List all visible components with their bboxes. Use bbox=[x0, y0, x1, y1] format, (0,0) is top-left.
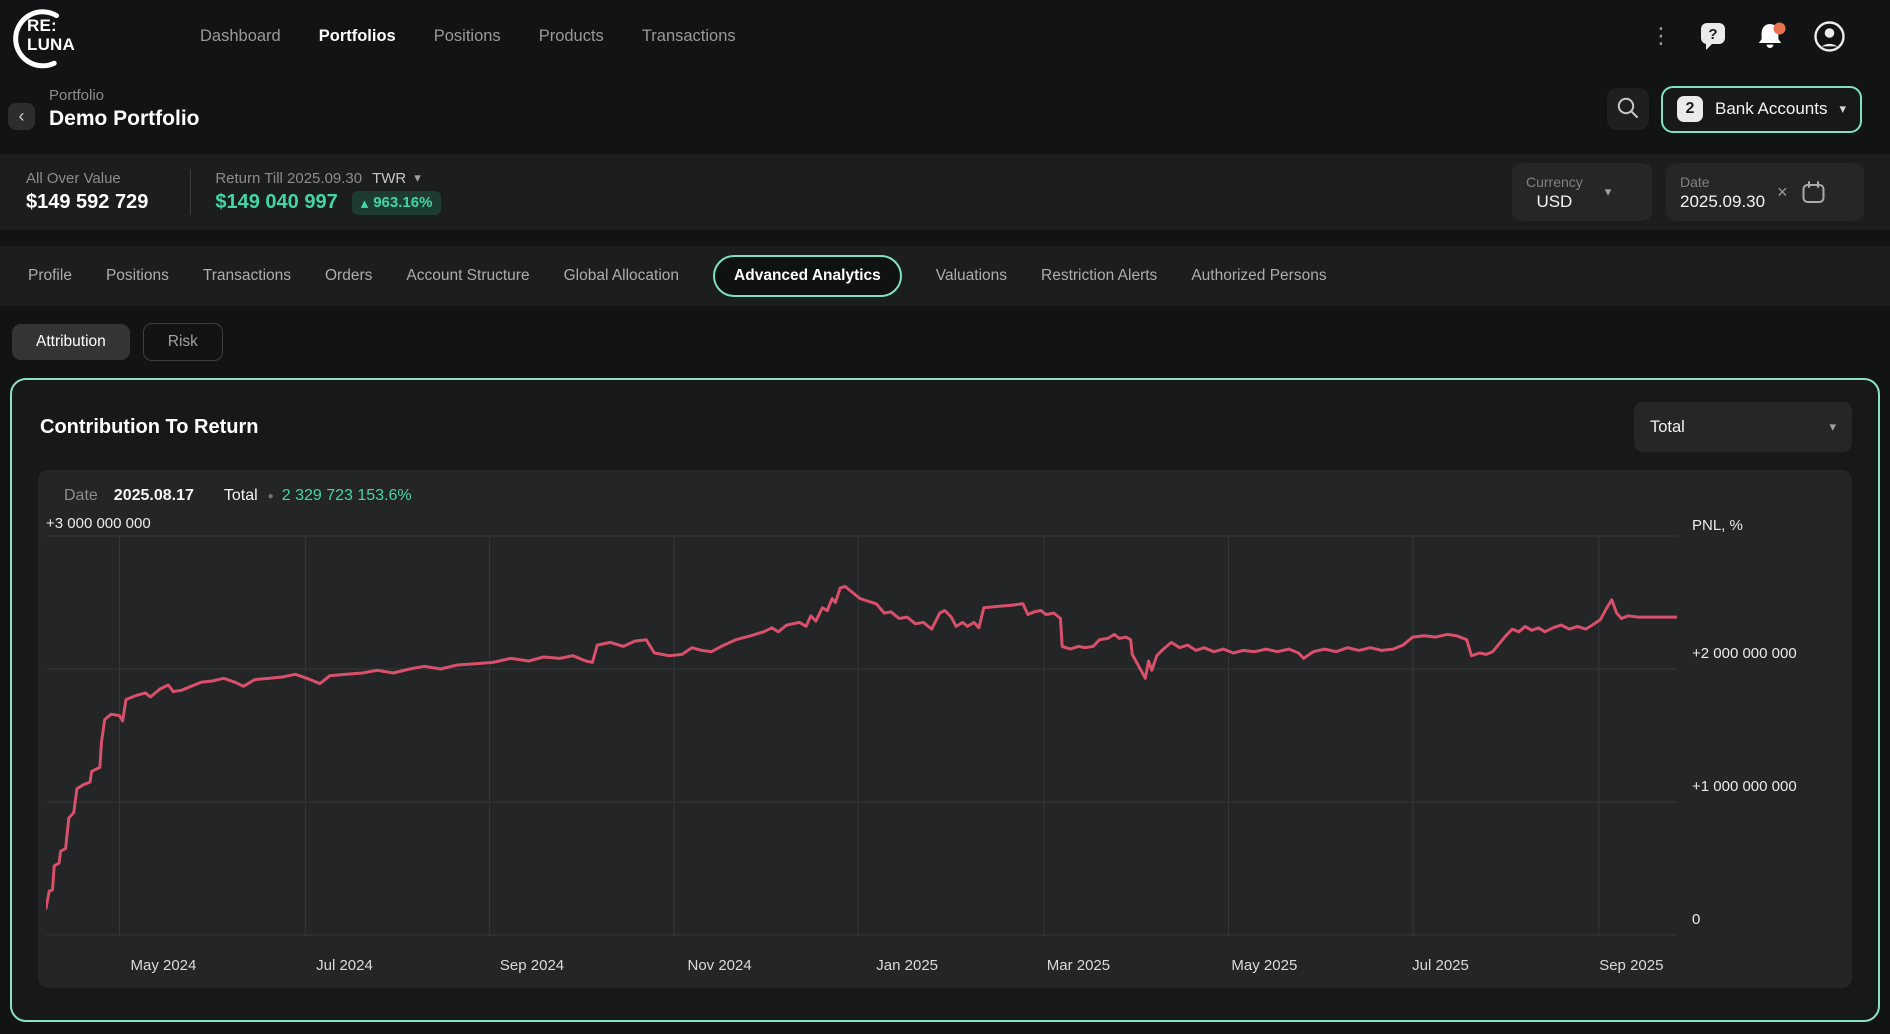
nav-item-products[interactable]: Products bbox=[539, 21, 604, 52]
tab-valuations[interactable]: Valuations bbox=[936, 263, 1007, 289]
user-avatar[interactable] bbox=[1813, 20, 1846, 53]
currency-label: Currency bbox=[1526, 174, 1583, 190]
bank-accounts-count-badge: 2 bbox=[1677, 96, 1703, 122]
date-label: Date bbox=[1680, 174, 1765, 190]
y-axis-name: PNL, % bbox=[1692, 517, 1743, 534]
tab-global-allocation[interactable]: Global Allocation bbox=[564, 263, 679, 289]
x-tick-label: Mar 2025 bbox=[1047, 957, 1110, 974]
chart-body: +3 000 000 000 PNL, % +2 000 000 000 +1 0… bbox=[38, 513, 1852, 948]
tab-restriction-alerts[interactable]: Restriction Alerts bbox=[1041, 263, 1157, 289]
nav-right-actions: ⋮ ? bbox=[1650, 20, 1846, 53]
tab-positions[interactable]: Positions bbox=[106, 263, 169, 289]
all-over-value: $149 592 729 bbox=[26, 191, 148, 214]
arrow-up-icon: ▴ bbox=[361, 194, 369, 212]
y-axis-gutter: PNL, % +2 000 000 000 +1 000 000 000 0 bbox=[1677, 513, 1852, 948]
subtab-risk[interactable]: Risk bbox=[143, 323, 223, 361]
x-tick-label: May 2024 bbox=[130, 957, 196, 974]
divider bbox=[190, 169, 191, 215]
series-filter-select[interactable]: Total ▾ bbox=[1634, 402, 1852, 452]
tab-profile[interactable]: Profile bbox=[28, 263, 72, 289]
currency-value: USD bbox=[1526, 192, 1583, 212]
notification-badge-dot bbox=[1774, 23, 1786, 35]
tab-orders[interactable]: Orders bbox=[325, 263, 372, 289]
page-title: Demo Portfolio bbox=[49, 107, 200, 131]
legend-dot-icon: ● bbox=[268, 491, 274, 502]
all-over-value-label: All Over Value bbox=[26, 170, 148, 187]
all-over-value-block: All Over Value $149 592 729 bbox=[26, 170, 148, 214]
top-nav: RE: LUNA Dashboard Portfolios Positions … bbox=[0, 0, 1890, 72]
chevron-left-icon: ‹ bbox=[19, 106, 25, 126]
currency-select[interactable]: Currency USD ▾ bbox=[1512, 163, 1652, 221]
legend-series-label: Total bbox=[224, 487, 258, 505]
help-icon[interactable]: ? bbox=[1697, 20, 1729, 52]
kebab-menu-icon[interactable]: ⋮ bbox=[1650, 23, 1672, 49]
chevron-down-icon: ▾ bbox=[1839, 101, 1846, 117]
card-title: Contribution To Return bbox=[40, 416, 258, 439]
bank-accounts-dropdown[interactable]: 2 Bank Accounts ▾ bbox=[1661, 86, 1862, 133]
search-button[interactable] bbox=[1607, 88, 1649, 130]
legend-series-value: 2 329 723 153.6% bbox=[282, 487, 412, 505]
clear-date-icon[interactable]: × bbox=[1777, 182, 1788, 203]
brand-logo[interactable]: RE: LUNA bbox=[10, 3, 102, 69]
summary-strip: All Over Value $149 592 729 Return Till … bbox=[0, 154, 1890, 230]
x-tick-label: May 2025 bbox=[1231, 957, 1297, 974]
return-change-value: 963.16% bbox=[373, 194, 432, 211]
return-method-value: TWR bbox=[372, 170, 406, 187]
series-filter-value: Total bbox=[1650, 418, 1685, 437]
y-tick-label-top-left: +3 000 000 000 bbox=[46, 515, 151, 532]
tab-transactions[interactable]: Transactions bbox=[203, 263, 291, 289]
nav-item-positions[interactable]: Positions bbox=[434, 21, 501, 52]
brand-text: RE: LUNA bbox=[27, 16, 75, 54]
x-tick-label: Jul 2025 bbox=[1412, 957, 1469, 974]
x-tick-label: Sep 2025 bbox=[1599, 957, 1663, 974]
tab-authorized-persons[interactable]: Authorized Persons bbox=[1191, 263, 1326, 289]
tab-account-structure[interactable]: Account Structure bbox=[406, 263, 529, 289]
calendar-icon[interactable] bbox=[1800, 179, 1827, 206]
bank-accounts-label: Bank Accounts bbox=[1715, 99, 1827, 119]
legend-date-value: 2025.08.17 bbox=[114, 487, 194, 505]
return-value: $149 040 997 bbox=[215, 191, 337, 214]
title-block: Portfolio Demo Portfolio bbox=[49, 87, 200, 131]
nav-item-transactions[interactable]: Transactions bbox=[642, 21, 736, 52]
return-change-badge: ▴ 963.16% bbox=[352, 191, 442, 215]
nav-items: Dashboard Portfolios Positions Products … bbox=[200, 21, 736, 52]
chevron-down-icon: ▾ bbox=[1605, 184, 1612, 200]
chevron-down-icon: ▾ bbox=[414, 170, 421, 186]
portfolio-tabs: Profile Positions Transactions Orders Ac… bbox=[0, 246, 1890, 306]
x-tick-label: Jan 2025 bbox=[876, 957, 938, 974]
x-tick-label: Jul 2024 bbox=[316, 957, 373, 974]
x-tick-label: Sep 2024 bbox=[500, 957, 564, 974]
date-value: 2025.09.30 bbox=[1680, 192, 1765, 212]
return-method-dropdown[interactable]: TWR ▾ bbox=[372, 170, 421, 187]
nav-item-portfolios[interactable]: Portfolios bbox=[319, 21, 396, 52]
notifications-bell-icon[interactable] bbox=[1754, 20, 1788, 52]
date-picker[interactable]: Date 2025.09.30 × bbox=[1666, 163, 1864, 221]
svg-text:?: ? bbox=[1708, 26, 1717, 43]
y-tick-label: +1 000 000 000 bbox=[1692, 778, 1797, 795]
return-block: Return Till 2025.09.30 TWR ▾ $149 040 99… bbox=[215, 170, 441, 215]
contribution-to-return-card: Contribution To Return Total ▾ Date 2025… bbox=[10, 378, 1880, 1022]
x-axis: May 2024 Jul 2024 Sep 2024 Nov 2024 Jan 2025… bbox=[46, 948, 1677, 988]
chart-plot-svg bbox=[46, 513, 1677, 948]
search-icon bbox=[1613, 93, 1643, 126]
chevron-down-icon: ▾ bbox=[1829, 419, 1836, 435]
back-button[interactable]: ‹ bbox=[8, 103, 35, 130]
nav-item-dashboard[interactable]: Dashboard bbox=[200, 21, 281, 52]
chart-panel: Date 2025.08.17 Total ● 2 329 723 153.6%… bbox=[38, 470, 1852, 988]
analytics-subtabs: Attribution Risk bbox=[0, 306, 1890, 378]
tab-advanced-analytics[interactable]: Advanced Analytics bbox=[713, 255, 902, 297]
breadcrumb: Portfolio bbox=[49, 87, 200, 104]
chart-legend: Date 2025.08.17 Total ● 2 329 723 153.6% bbox=[38, 470, 1852, 513]
chart-plot[interactable]: +3 000 000 000 bbox=[46, 513, 1677, 948]
legend-date-label: Date bbox=[64, 487, 98, 505]
y-tick-label: 0 bbox=[1692, 911, 1700, 928]
y-tick-label: +2 000 000 000 bbox=[1692, 645, 1797, 662]
subtab-attribution[interactable]: Attribution bbox=[12, 324, 130, 360]
portfolio-header: ‹ Portfolio Demo Portfolio 2 Bank Accoun… bbox=[0, 72, 1890, 146]
x-tick-label: Nov 2024 bbox=[687, 957, 751, 974]
return-label: Return Till 2025.09.30 bbox=[215, 170, 362, 187]
